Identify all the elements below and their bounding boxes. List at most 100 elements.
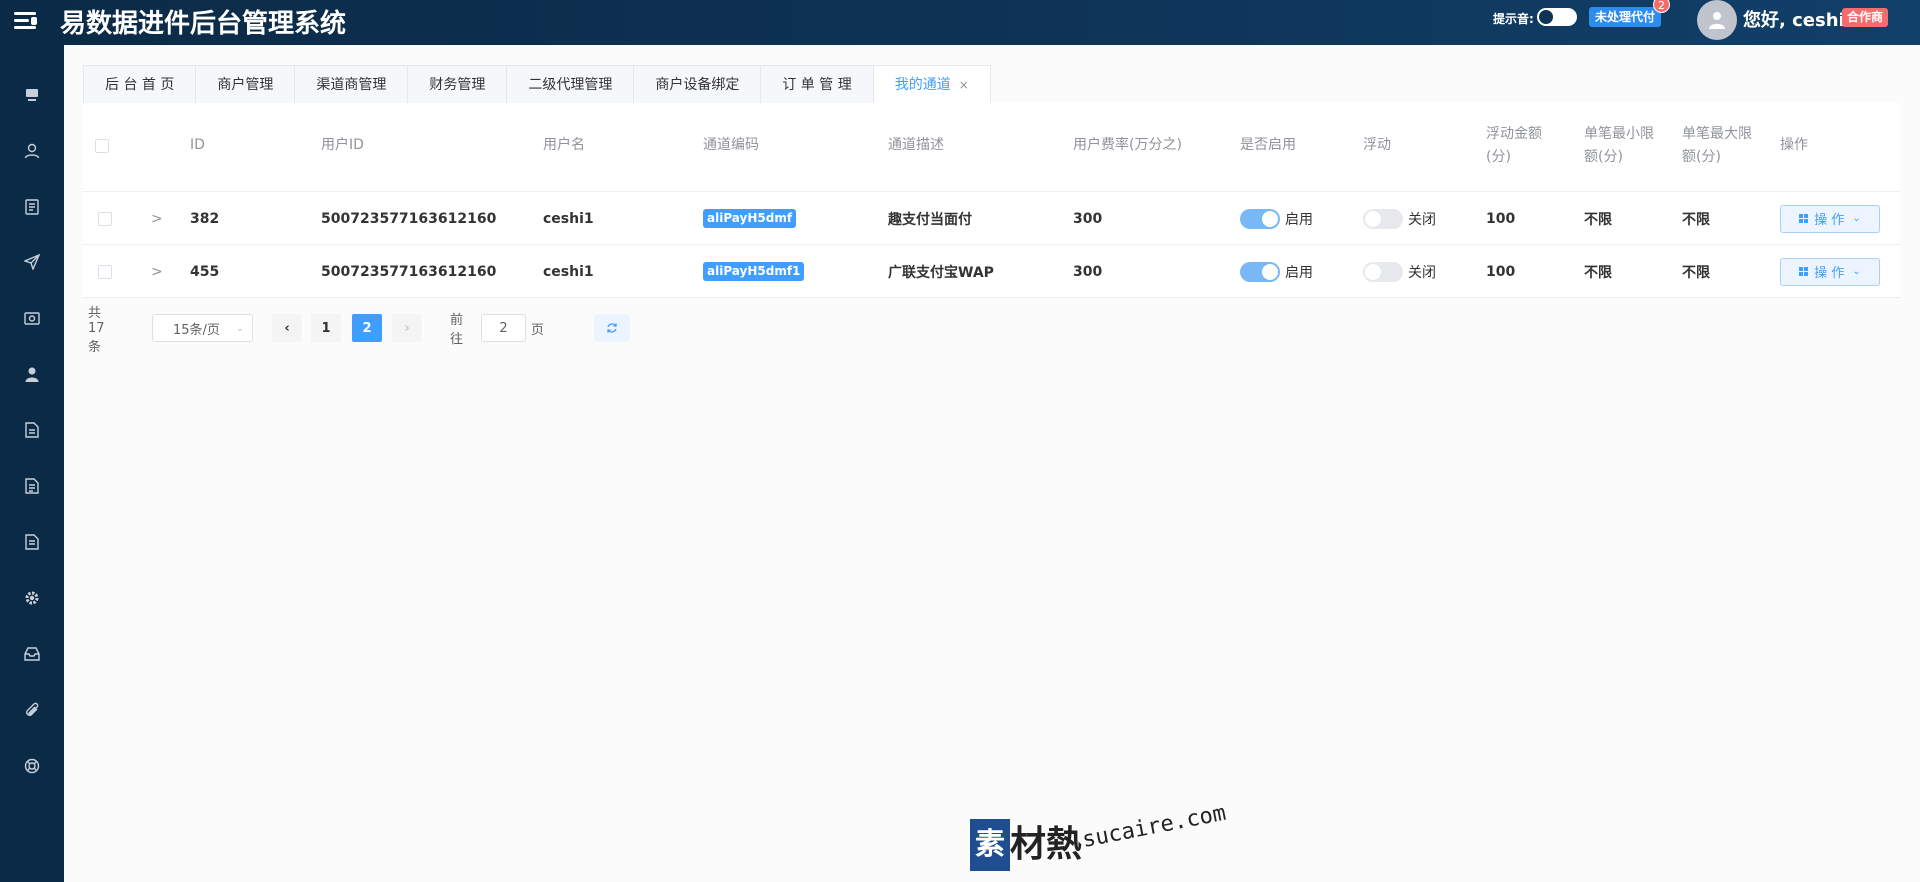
refresh-icon xyxy=(607,323,617,333)
tab-finance-management[interactable]: 财务管理 xyxy=(408,65,508,106)
tab-home[interactable]: 后 台 首 页 xyxy=(83,65,197,106)
float-switch[interactable] xyxy=(1363,208,1403,229)
cell-channel-code: aliPayH5dmf1 xyxy=(703,245,805,298)
monitor-icon xyxy=(26,89,38,101)
file-icon xyxy=(25,422,39,438)
actions-label: 操 作 xyxy=(1814,213,1845,228)
enabled-switch[interactable] xyxy=(1240,261,1280,282)
sound-toggle[interactable] xyxy=(1537,8,1577,26)
cell-float: 关闭 xyxy=(1363,192,1436,245)
chevron-down-icon: ⌄ xyxy=(1852,213,1861,224)
header-float-amount-line2: (分) xyxy=(1486,149,1511,165)
cell-channel-desc: 趣支付当面付 xyxy=(888,211,972,228)
cell-float-amount: 100 xyxy=(1486,263,1516,280)
role-tag: 合作商 xyxy=(1842,8,1889,27)
prev-page-button[interactable]: ‹ xyxy=(272,314,302,342)
cell-channel-code: aliPayH5dmf xyxy=(703,192,797,245)
tab-bar: 后 台 首 页 商户管理 渠道商管理 财务管理 二级代理管理 商户设备绑定 订 … xyxy=(83,65,991,106)
sidebar-item-attachment[interactable] xyxy=(0,690,64,730)
sidebar-item-wallet[interactable] xyxy=(0,298,64,338)
sound-label: 提示音: xyxy=(1493,12,1534,26)
row-checkbox[interactable] xyxy=(98,192,112,245)
cell-min-limit: 不限 xyxy=(1584,264,1612,281)
header-id: ID xyxy=(190,137,205,153)
total-count: 共 17 条 xyxy=(88,305,105,355)
tab-device-binding[interactable]: 商户设备绑定 xyxy=(634,65,762,106)
enabled-label: 启用 xyxy=(1285,211,1313,228)
cell-username: ceshi1 xyxy=(543,210,594,227)
tab-order-management[interactable]: 订 单 管 理 xyxy=(761,65,874,106)
user-avatar[interactable] xyxy=(1697,0,1737,40)
tab-sub-agent-management[interactable]: 二级代理管理 xyxy=(507,65,635,106)
gear-icon xyxy=(25,591,39,605)
enabled-switch[interactable] xyxy=(1240,208,1280,229)
cell-user-rate: 300 xyxy=(1073,210,1103,227)
select-all-checkbox[interactable] xyxy=(95,139,109,153)
row-checkbox[interactable] xyxy=(98,245,112,298)
wallet-icon xyxy=(24,312,40,325)
person-icon xyxy=(25,367,39,382)
menu-toggle-icon[interactable] xyxy=(14,9,38,31)
pending-payout-button[interactable]: 未处理代付 xyxy=(1589,7,1662,27)
sidebar-item-user[interactable] xyxy=(0,131,64,171)
user-avatar-icon xyxy=(1709,12,1725,29)
actions-dropdown-button[interactable]: 操 作 ⌄ xyxy=(1780,204,1880,233)
header-min-limit-line2: 额(分) xyxy=(1584,149,1623,165)
float-switch[interactable] xyxy=(1363,261,1403,282)
sidebar-item-document[interactable] xyxy=(0,187,64,227)
paperclip-icon xyxy=(26,702,39,716)
cell-float: 关闭 xyxy=(1363,245,1436,298)
pending-count-badge: 2 xyxy=(1653,0,1670,13)
sidebar-item-file-text[interactable] xyxy=(0,466,64,506)
watermark-logo: 素 材熱 sucaire.com xyxy=(970,801,1228,878)
float-label: 关闭 xyxy=(1408,264,1436,281)
cell-username: ceshi1 xyxy=(543,263,594,280)
cell-max-limit: 不限 xyxy=(1682,211,1710,228)
actions-dropdown-button[interactable]: 操 作 ⌄ xyxy=(1780,257,1880,286)
goto-suffix: 页 xyxy=(531,322,545,338)
cell-max-limit: 不限 xyxy=(1682,264,1710,281)
expand-row-icon[interactable]: > xyxy=(151,245,163,298)
sidebar xyxy=(0,45,64,882)
sidebar-item-support[interactable] xyxy=(0,746,64,786)
grid-icon xyxy=(1799,214,1809,223)
table-row: > 382 500723577163612160 ceshi1 aliPayH5… xyxy=(83,192,1900,245)
float-label: 关闭 xyxy=(1408,211,1436,228)
sidebar-item-person[interactable] xyxy=(0,354,64,394)
user-greeting[interactable]: 您好, ceshi1 xyxy=(1743,6,1857,32)
send-icon xyxy=(24,254,40,270)
close-icon[interactable]: × xyxy=(959,78,969,92)
watermark-domain: sucaire.com xyxy=(1080,800,1229,853)
cell-actions: 操 作 ⌄ xyxy=(1780,245,1880,298)
next-page-button[interactable]: › xyxy=(392,314,422,342)
page-size-select[interactable]: 15条/页 ⌄ xyxy=(152,314,253,342)
sidebar-item-send[interactable] xyxy=(0,242,64,282)
table-row: > 455 500723577163612160 ceshi1 aliPayH5… xyxy=(83,245,1900,298)
sidebar-item-monitor[interactable] xyxy=(0,75,64,115)
expand-row-icon[interactable]: > xyxy=(151,192,163,245)
header-max-limit-line1: 单笔最大限 xyxy=(1682,126,1752,142)
cell-enabled: 启用 xyxy=(1240,245,1313,298)
cell-actions: 操 作 ⌄ xyxy=(1780,192,1880,245)
watermark-mark: 素 xyxy=(970,819,1010,871)
channel-code-tag: aliPayH5dmf1 xyxy=(703,262,805,281)
goto-prefix: 前往 xyxy=(450,313,464,347)
page-button[interactable]: 1 xyxy=(311,314,341,342)
sidebar-item-settings[interactable] xyxy=(0,578,64,618)
file-text-icon xyxy=(25,478,39,494)
tab-my-channels[interactable]: 我的通道 × xyxy=(873,65,991,106)
page-button-current[interactable]: 2 xyxy=(352,314,382,342)
refresh-button[interactable] xyxy=(594,314,630,342)
cell-min-limit: 不限 xyxy=(1584,211,1612,228)
enabled-label: 启用 xyxy=(1285,264,1313,281)
sidebar-item-file-list[interactable] xyxy=(0,522,64,562)
page-size-value: 15条/页 xyxy=(173,322,220,338)
goto-page-wrapper xyxy=(481,314,526,342)
sidebar-item-file[interactable] xyxy=(0,410,64,450)
actions-label: 操 作 xyxy=(1814,266,1845,281)
header-float: 浮动 xyxy=(1363,137,1391,153)
goto-page-input[interactable] xyxy=(481,314,526,342)
tab-merchant-management[interactable]: 商户管理 xyxy=(196,65,296,106)
sidebar-item-inbox[interactable] xyxy=(0,634,64,674)
tab-channel-partner-management[interactable]: 渠道商管理 xyxy=(295,65,409,106)
